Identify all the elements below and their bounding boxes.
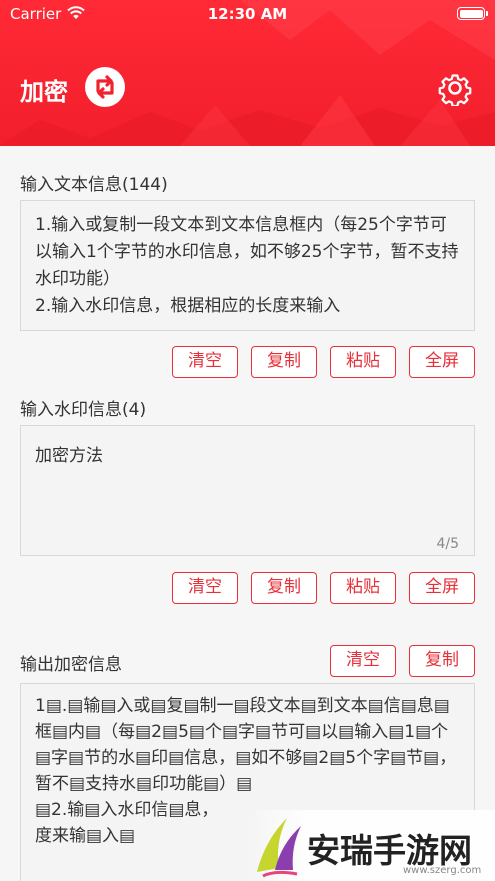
char-counter: 4/5 bbox=[436, 536, 459, 552]
swap-icon[interactable] bbox=[85, 67, 125, 107]
gear-icon[interactable] bbox=[437, 70, 473, 106]
fullscreen-watermark-button[interactable]: 全屏 bbox=[409, 572, 475, 604]
watermark-input-value[interactable]: 加密方法 bbox=[21, 426, 474, 481]
input-text-field[interactable]: 1.输入或复制一段文本到文本信息框内（每25个字节可以输入1个字节的水印信息，如… bbox=[20, 200, 475, 331]
fullscreen-text-button[interactable]: 全屏 bbox=[409, 346, 475, 378]
copy-text-button[interactable]: 复制 bbox=[251, 346, 317, 378]
header-bar: Carrier 12:30 AM 加密 bbox=[0, 0, 495, 146]
paste-text-button[interactable]: 粘贴 bbox=[330, 346, 396, 378]
paste-watermark-button[interactable]: 粘贴 bbox=[330, 572, 396, 604]
copy-output-button[interactable]: 复制 bbox=[409, 645, 475, 677]
clear-output-button[interactable]: 清空 bbox=[330, 645, 396, 677]
copy-watermark-button[interactable]: 复制 bbox=[251, 572, 317, 604]
clear-watermark-button[interactable]: 清空 bbox=[172, 572, 238, 604]
status-bar: Carrier 12:30 AM bbox=[0, 0, 495, 28]
battery-icon bbox=[457, 7, 488, 20]
output-label: 输出加密信息 bbox=[20, 655, 122, 675]
status-time: 12:30 AM bbox=[207, 5, 288, 23]
watermark-label: 输入水印信息(4) bbox=[20, 400, 147, 420]
page-title: 加密 bbox=[20, 78, 68, 106]
site-watermark: 安瑞手游网 www.szerg.com bbox=[245, 810, 495, 881]
input-text-label: 输入文本信息(144) bbox=[20, 175, 168, 195]
clear-text-button[interactable]: 清空 bbox=[172, 346, 238, 378]
site-watermark-url: www.szerg.com bbox=[403, 865, 482, 876]
watermark-input-field[interactable]: 加密方法 4/5 bbox=[20, 425, 475, 556]
input-text-value[interactable]: 1.输入或复制一段文本到文本信息框内（每25个字节可以输入1个字节的水印信息，如… bbox=[21, 201, 474, 331]
